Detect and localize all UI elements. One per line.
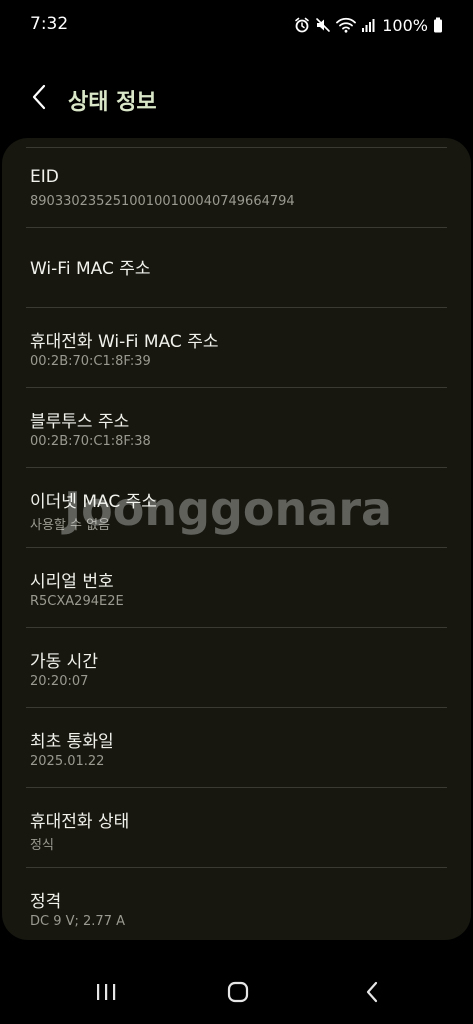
list-item-first-call-date[interactable]: 최초 통화일 2025.01.22 [26, 707, 447, 787]
item-title: 블루투스 주소 [30, 412, 130, 432]
status-icons: 100% [294, 14, 443, 36]
page-title: 상태 정보 [68, 90, 157, 115]
list-item-ethernet-mac[interactable]: 이더넷 MAC 주소 사용할 수 없음 [26, 467, 447, 547]
battery-icon [433, 17, 443, 33]
list-item-uptime[interactable]: 가동 시간 20:20:07 [26, 627, 447, 707]
list-item-serial-number[interactable]: 시리얼 번호 R5CXA294E2E [26, 547, 447, 627]
item-title: 이더넷 MAC 주소 [30, 492, 157, 512]
item-title: EID [30, 167, 59, 187]
list-item-phone-wifi-mac[interactable]: 휴대전화 Wi-Fi MAC 주소 00:2B:70:C1:8F:39 [26, 307, 447, 387]
list-item-wifi-mac[interactable]: Wi-Fi MAC 주소 [26, 227, 447, 307]
status-info-card: EID 89033023525100100100040749664794 Wi-… [2, 138, 471, 940]
list-item-phone-status[interactable]: 휴대전화 상태 정식 [26, 787, 447, 867]
home-icon [227, 981, 249, 1007]
list-item-eid[interactable]: EID 89033023525100100100040749664794 [26, 147, 447, 227]
item-value: 89033023525100100100040749664794 [30, 194, 295, 209]
recent-apps-button[interactable] [86, 976, 126, 1012]
item-title: 정격 [30, 892, 62, 912]
item-title: 휴대전화 상태 [30, 812, 130, 832]
item-value: 사용할 수 없음 [30, 518, 111, 533]
signal-icon [361, 17, 375, 33]
item-value: 20:20:07 [30, 674, 89, 689]
app-header: 상태 정보 [0, 70, 473, 130]
navigation-bar [0, 960, 473, 1024]
item-title: Wi-Fi MAC 주소 [30, 259, 151, 279]
alarm-icon [294, 17, 310, 33]
mute-icon [315, 17, 331, 33]
item-value: 정식 [30, 838, 54, 853]
item-title: 가동 시간 [30, 652, 98, 672]
item-value: 00:2B:70:C1:8F:39 [30, 354, 151, 369]
list-item-rating[interactable]: 정격 DC 9 V; 2.77 A [26, 867, 447, 940]
wifi-icon [336, 17, 357, 33]
battery-percent: 100% [382, 15, 428, 35]
item-value: 2025.01.22 [30, 754, 105, 769]
back-icon [365, 981, 379, 1007]
recent-apps-icon [95, 982, 117, 1006]
back-button[interactable] [22, 82, 56, 116]
item-title: 휴대전화 Wi-Fi MAC 주소 [30, 332, 219, 352]
home-button[interactable] [218, 976, 258, 1012]
item-title: 최초 통화일 [30, 732, 114, 752]
item-value: R5CXA294E2E [30, 594, 124, 609]
status-bar: 7:32 100% [0, 0, 473, 52]
item-value: DC 9 V; 2.77 A [30, 914, 125, 929]
list-item-bluetooth-address[interactable]: 블루투스 주소 00:2B:70:C1:8F:38 [26, 387, 447, 467]
item-value: 00:2B:70:C1:8F:38 [30, 434, 151, 449]
nav-back-button[interactable] [352, 976, 392, 1012]
chevron-left-icon [30, 83, 48, 115]
status-time: 7:32 [30, 14, 69, 34]
status-info-list: EID 89033023525100100100040749664794 Wi-… [2, 147, 471, 940]
item-title: 시리얼 번호 [30, 572, 114, 592]
